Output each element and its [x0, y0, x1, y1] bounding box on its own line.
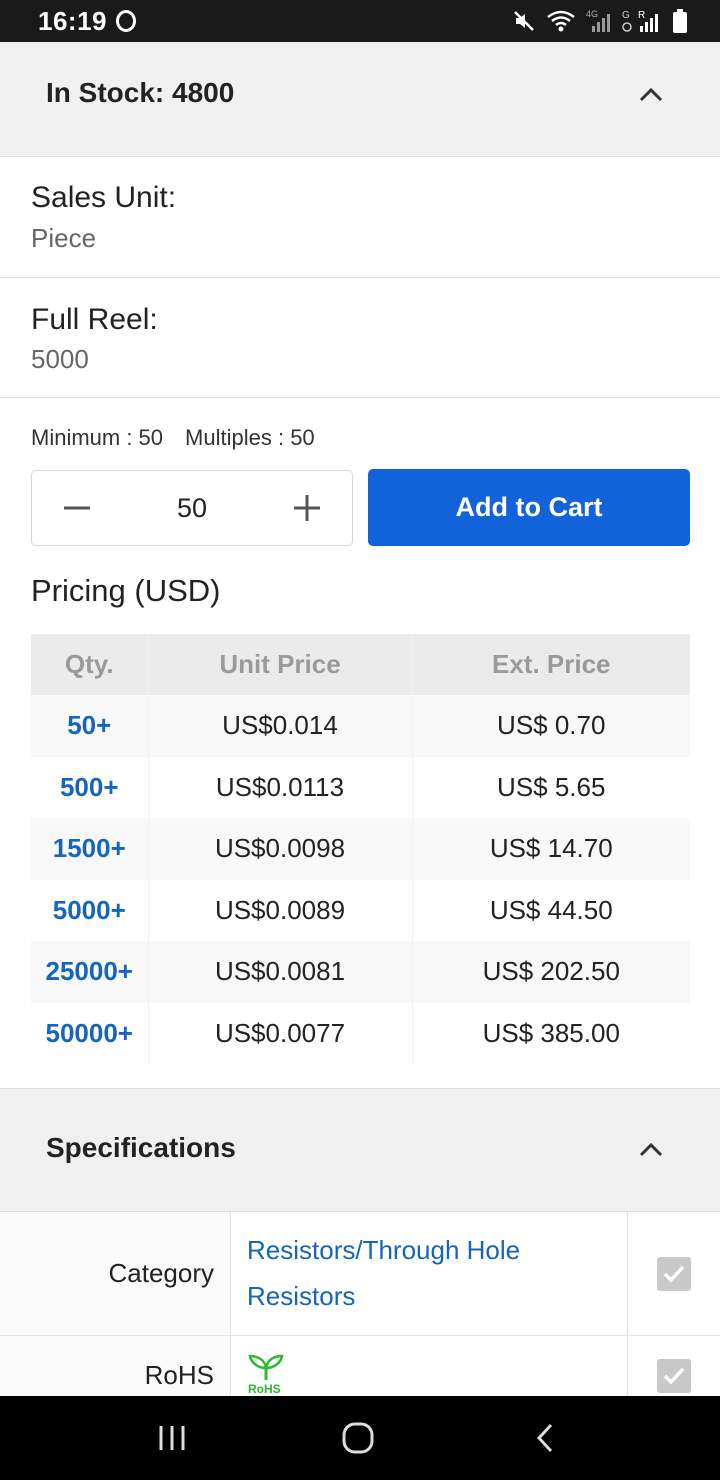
- qty-header: Qty.: [31, 634, 148, 695]
- spec-row-category: Category Resistors/Through Hole Resistors: [0, 1212, 720, 1336]
- ext-price: US$ 202.50: [411, 941, 690, 1003]
- ext-price-header: Ext. Price: [411, 634, 690, 695]
- unit-price: US$0.0077: [147, 1002, 412, 1064]
- back-button[interactable]: [525, 1418, 565, 1458]
- recent-apps-button[interactable]: [150, 1418, 194, 1458]
- sales-unit-value: Piece: [31, 223, 97, 253]
- status-icons: 4G GR: [512, 6, 688, 36]
- category-link-line-2: Resistors: [247, 1281, 356, 1311]
- price-break-qty: 500+: [59, 771, 119, 802]
- compare-checkbox[interactable]: [657, 1358, 691, 1393]
- navigation-bar: [0, 1396, 720, 1480]
- sales-unit-label: Sales Unit:: [31, 181, 177, 214]
- specifications-title: Specifications: [46, 1132, 236, 1163]
- full-reel-label: Full Reel:: [31, 303, 158, 336]
- price-break-qty: 1500+: [31, 818, 148, 880]
- full-reel-value: 5000: [31, 344, 89, 374]
- pricing-table: Qty. Unit Price Ext. Price 50+ US$0.014 …: [31, 634, 690, 1064]
- multiples-text: Multiples : 50: [185, 425, 315, 450]
- stock-section-header[interactable]: In Stock: 4800: [0, 42, 720, 157]
- table-row: 5000+ US$0.0089 US$ 44.50: [31, 879, 690, 941]
- order-rules: Minimum : 50 Multiples : 50: [31, 425, 315, 451]
- check-icon: [663, 1265, 685, 1283]
- spec-value: Resistors/Through Hole Resistors: [232, 1212, 627, 1335]
- notification-circle-icon: [116, 10, 136, 32]
- decrease-quantity-button[interactable]: [32, 471, 122, 545]
- unit-price: US$0.0098: [147, 818, 412, 880]
- table-row: 25000+ US$0.0081 US$ 202.50: [31, 941, 690, 1003]
- minimum-text: Minimum : 50: [31, 425, 164, 450]
- battery-icon: [673, 9, 687, 33]
- table-row: 1500+ US$0.0098 US$ 14.70: [31, 818, 690, 880]
- category-link-line-1: Resistors/Through Hole: [247, 1235, 521, 1265]
- ext-price: US$ 385.00: [411, 1002, 690, 1064]
- increase-quantity-button[interactable]: [262, 471, 352, 545]
- sales-unit-row: Sales Unit: Piece: [0, 157, 720, 278]
- status-bar: 16:19 4G GR: [0, 0, 720, 42]
- compare-checkbox[interactable]: [657, 1256, 691, 1291]
- specifications-section-header[interactable]: Specifications: [0, 1088, 720, 1212]
- back-icon: [536, 1423, 553, 1453]
- rohs-badge: RoHS: [247, 1354, 285, 1398]
- pricing-title: Pricing (USD): [31, 573, 221, 608]
- home-icon: [342, 1422, 374, 1454]
- chevron-up-icon[interactable]: [636, 1135, 666, 1165]
- unit-price-header: Unit Price: [147, 634, 412, 695]
- status-time: 16:19: [38, 6, 107, 36]
- category-link[interactable]: Resistors/Through Hole Resistors: [247, 1212, 627, 1319]
- ext-price: US$ 5.65: [411, 756, 690, 818]
- table-row: 50+ US$0.014 US$ 0.70: [31, 695, 690, 757]
- check-icon: [663, 1367, 685, 1385]
- ext-price: US$ 14.70: [411, 818, 690, 880]
- recent-apps-icon: [159, 1426, 185, 1450]
- stock-title: In Stock: 4800: [46, 77, 235, 108]
- minus-icon: [64, 506, 90, 510]
- rohs-leaf-icon: [248, 1354, 284, 1380]
- rohs-badge-text: RoHS: [248, 1382, 281, 1396]
- signal-icon: 4G: [586, 9, 610, 32]
- table-row: 500+ US$0.0113 US$ 5.65: [31, 756, 690, 818]
- unit-price: US$0.0113: [147, 756, 412, 818]
- home-button[interactable]: [336, 1418, 380, 1458]
- spec-label: Category: [0, 1212, 231, 1335]
- svg-text:4G: 4G: [586, 9, 598, 19]
- table-row: 50000+ US$0.0077 US$ 385.00: [31, 1002, 690, 1064]
- price-break-qty: 5000+: [52, 894, 126, 925]
- mute-icon: [514, 11, 534, 31]
- unit-price: US$0.0081: [147, 941, 412, 1003]
- add-to-cart-button[interactable]: Add to Cart: [368, 469, 690, 546]
- price-break-qty: 50000+: [45, 1017, 133, 1048]
- price-break-qty: 25000+: [31, 941, 148, 1003]
- spec-checkbox-cell: [627, 1212, 720, 1335]
- unit-price: US$0.0089: [147, 879, 412, 941]
- unit-price: US$0.014: [147, 695, 412, 757]
- signal-icon: GR: [622, 10, 658, 32]
- ext-price: US$ 44.50: [411, 879, 690, 941]
- quantity-input[interactable]: 50: [122, 493, 262, 524]
- svg-text:R: R: [638, 10, 645, 21]
- pricing-header-row: Qty. Unit Price Ext. Price: [31, 634, 690, 695]
- svg-text:G: G: [622, 10, 630, 21]
- ext-price: US$ 0.70: [411, 695, 690, 757]
- chevron-up-icon[interactable]: [636, 80, 666, 110]
- wifi-icon: [547, 10, 575, 32]
- full-reel-row: Full Reel: 5000: [0, 278, 720, 398]
- quantity-stepper: 50: [31, 470, 353, 546]
- price-break-qty: 50+: [31, 695, 148, 757]
- plus-icon: [294, 495, 320, 521]
